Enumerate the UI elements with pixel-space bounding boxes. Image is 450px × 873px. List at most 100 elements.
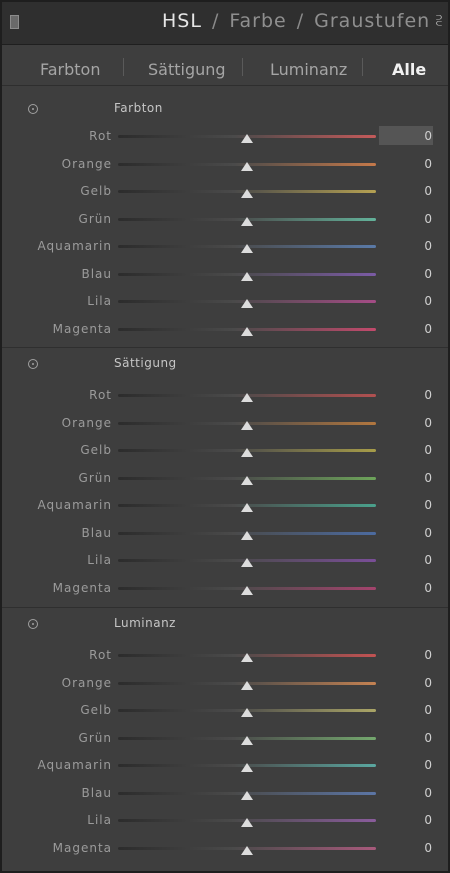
slider-label: Blau <box>81 266 112 281</box>
slider-label: Rot <box>89 129 112 143</box>
slider-value[interactable]: 0 <box>424 553 432 567</box>
slider-label: Orange <box>61 675 112 690</box>
slider-label: Lila <box>87 294 112 308</box>
slider-thumb[interactable] <box>241 818 253 827</box>
farbe-mode-label[interactable]: Farbe <box>229 10 286 32</box>
slider-row: Orange 0 <box>2 152 448 178</box>
slider-label: Gelb <box>80 443 112 457</box>
slider-value[interactable]: 0 <box>424 786 432 800</box>
slider-row: Rot 0 <box>2 124 448 150</box>
slider-thumb[interactable] <box>241 708 253 717</box>
slider-row: Gelb 0 <box>2 179 448 205</box>
slider-label: Gelb <box>80 184 112 198</box>
slider-label: Magenta <box>52 321 112 336</box>
slider-row: Rot 0 <box>2 383 448 409</box>
slider-thumb[interactable] <box>241 735 253 745</box>
slider-value[interactable]: 0 <box>424 676 432 690</box>
slider-thumb[interactable] <box>241 503 253 512</box>
menu-arrow-icon[interactable]: ⫔ <box>436 13 442 29</box>
hsl-panel: HSL / Farbe / Graustufen ⫔ Farbton Sättigung L… <box>0 0 450 873</box>
slider-row: Grün 0 <box>2 726 448 752</box>
target-adjustment-icon[interactable] <box>28 359 38 369</box>
slider-label: Rot <box>89 388 112 402</box>
tab-luminanz[interactable]: Luminanz <box>270 60 347 79</box>
slider-thumb[interactable] <box>241 326 253 336</box>
slider-value[interactable]: 0 <box>424 416 432 430</box>
tab-sättigung[interactable]: Sättigung <box>148 60 226 79</box>
slider-value[interactable]: 0 <box>424 758 432 772</box>
slider-row: Aquamarin 0 <box>2 753 448 779</box>
slider-value[interactable]: 0 <box>424 581 432 595</box>
slider-value[interactable]: 0 <box>424 157 432 171</box>
slider-label: Blau <box>81 525 112 540</box>
slider-label: Aquamarin <box>37 758 112 772</box>
slider-value[interactable]: 0 <box>424 841 432 855</box>
slider-thumb[interactable] <box>241 393 253 402</box>
slider-thumb[interactable] <box>241 653 253 662</box>
slider-row: Rot 0 <box>2 643 448 669</box>
tab-farbton[interactable]: Farbton <box>40 60 100 79</box>
slider-label: Gelb <box>80 703 112 717</box>
panel-header[interactable]: HSL / Farbe / Graustufen ⫔ <box>2 2 448 45</box>
tab-alle[interactable]: Alle <box>392 60 426 79</box>
slider-label: Lila <box>87 813 112 827</box>
slider-label: Blau <box>81 785 112 800</box>
slider-thumb[interactable] <box>241 448 253 457</box>
slider-value[interactable]: 0 <box>424 184 432 198</box>
section-title: Luminanz <box>114 616 176 630</box>
slider-row: Blau 0 <box>2 262 448 288</box>
slider-value[interactable]: 0 <box>424 703 432 717</box>
slider-value[interactable]: 0 <box>424 294 432 308</box>
slider-thumb[interactable] <box>241 790 253 800</box>
slider-row: Aquamarin 0 <box>2 493 448 519</box>
slider-row: Gelb 0 <box>2 438 448 464</box>
slider-thumb[interactable] <box>241 299 253 308</box>
slider-value[interactable]: 0 <box>424 212 432 226</box>
slider-thumb[interactable] <box>241 845 253 855</box>
slider-value[interactable]: 0 <box>424 322 432 336</box>
slider-thumb[interactable] <box>241 475 253 485</box>
slider-value[interactable]: 0 <box>424 129 432 143</box>
panel-toggle-icon[interactable] <box>10 15 19 29</box>
slider-label: Grün <box>78 211 112 226</box>
slider-thumb[interactable] <box>241 585 253 595</box>
hsl-mode-label[interactable]: HSL <box>162 10 202 32</box>
header-separator-1: / <box>211 10 220 32</box>
slider-thumb[interactable] <box>241 420 253 430</box>
slider-value[interactable]: 0 <box>424 813 432 827</box>
header-separator-2: / <box>296 10 305 32</box>
slider-thumb[interactable] <box>241 680 253 690</box>
target-adjustment-icon[interactable] <box>28 104 38 114</box>
slider-row: Gelb 0 <box>2 698 448 724</box>
slider-thumb[interactable] <box>241 189 253 198</box>
graustufen-mode-label[interactable]: Graustufen <box>314 10 430 32</box>
slider-label: Orange <box>61 156 112 171</box>
slider-value[interactable]: 0 <box>424 443 432 457</box>
slider-value[interactable]: 0 <box>424 526 432 540</box>
slider-row: Grün 0 <box>2 466 448 492</box>
slider-value[interactable]: 0 <box>424 498 432 512</box>
tab-divider <box>242 58 243 76</box>
slider-row: Blau 0 <box>2 781 448 807</box>
slider-thumb[interactable] <box>241 558 253 567</box>
slider-thumb[interactable] <box>241 216 253 226</box>
slider-thumb[interactable] <box>241 530 253 540</box>
slider-thumb[interactable] <box>241 271 253 281</box>
slider-thumb[interactable] <box>241 244 253 253</box>
slider-value[interactable]: 0 <box>424 648 432 662</box>
slider-row: Magenta 0 <box>2 836 448 862</box>
slider-label: Magenta <box>52 840 112 855</box>
slider-value[interactable]: 0 <box>424 471 432 485</box>
slider-label: Aquamarin <box>37 239 112 253</box>
target-adjustment-icon[interactable] <box>28 619 38 629</box>
slider-value[interactable]: 0 <box>424 267 432 281</box>
slider-value[interactable]: 0 <box>424 388 432 402</box>
tab-divider <box>123 58 124 76</box>
slider-value[interactable]: 0 <box>424 731 432 745</box>
slider-thumb[interactable] <box>241 763 253 772</box>
slider-value[interactable]: 0 <box>424 239 432 253</box>
slider-label: Orange <box>61 415 112 430</box>
slider-row: Orange 0 <box>2 671 448 697</box>
slider-thumb[interactable] <box>241 161 253 171</box>
slider-thumb[interactable] <box>241 134 253 143</box>
